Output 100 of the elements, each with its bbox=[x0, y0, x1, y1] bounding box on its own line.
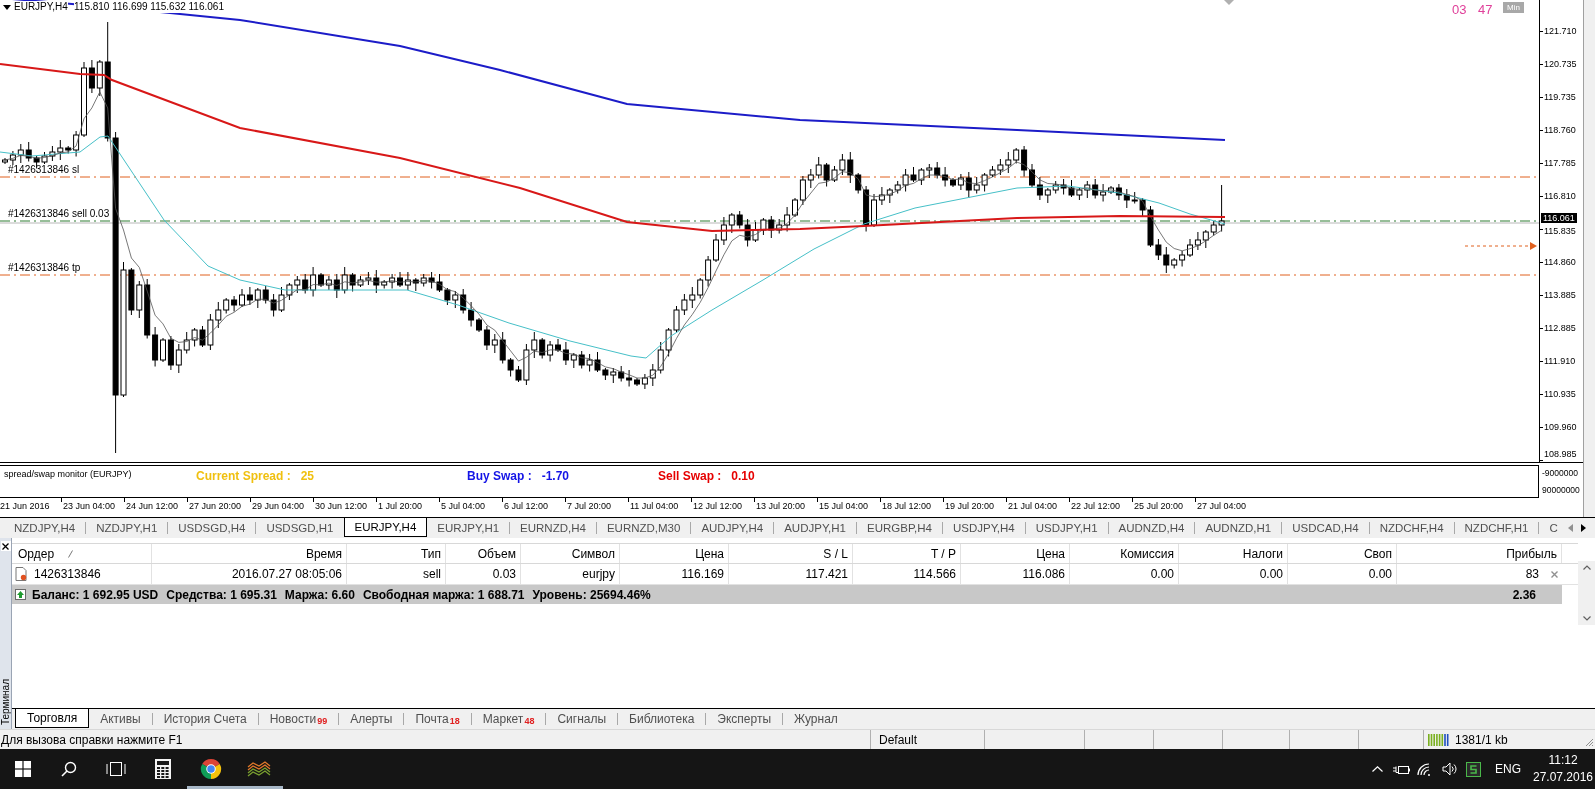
chart-tab[interactable]: EURNZD,H4 bbox=[510, 518, 596, 537]
chart-tab[interactable]: NZDJPY,H1 bbox=[86, 518, 168, 537]
chart-tab[interactable]: AUDJPY,H4 bbox=[691, 518, 774, 537]
close-icon bbox=[2, 542, 9, 550]
terminal-tab[interactable]: Сигналы bbox=[546, 709, 618, 728]
chart-tab[interactable]: NZDCHF,H1 bbox=[1454, 518, 1539, 537]
unread-count: 48 bbox=[524, 716, 535, 726]
battery-icon bbox=[1392, 763, 1410, 775]
sort-icon bbox=[68, 549, 74, 558]
order-number: 1426313846 bbox=[34, 566, 101, 583]
column-header[interactable]: Комиссия bbox=[1070, 544, 1179, 563]
account-summary-item: Средства: 1 695.31 bbox=[166, 586, 277, 604]
language-indicator[interactable]: ENG bbox=[1485, 749, 1531, 789]
scroll-left-icon[interactable] bbox=[1567, 524, 1573, 532]
terminal-tab[interactable]: Новости99 bbox=[258, 709, 339, 728]
price-axis-label: 116.810 bbox=[1544, 191, 1576, 202]
chart-tab[interactable]: USDJPY,H1 bbox=[1025, 518, 1108, 537]
chevron-up-icon bbox=[1371, 766, 1383, 772]
chart-tab[interactable]: USDSGD,H1 bbox=[256, 518, 344, 537]
column-header[interactable]: Своп bbox=[1288, 544, 1397, 563]
order-line-label: #1426313846 sell 0.03 bbox=[8, 208, 110, 220]
price-axis-label: 111.910 bbox=[1544, 356, 1576, 367]
time-axis-label: 19 Jul 20:00 bbox=[945, 500, 996, 513]
time-axis-label: 6 Jul 12:00 bbox=[504, 500, 550, 513]
clock-date[interactable]: 27.07.2016 bbox=[1532, 769, 1594, 786]
scroll-right-icon[interactable] bbox=[1580, 524, 1586, 532]
column-header[interactable]: Ордер bbox=[12, 544, 152, 563]
account-summary-item: Уровень: 25694.46% bbox=[532, 586, 651, 604]
terminal-tab[interactable]: Алерты bbox=[339, 709, 404, 728]
time-axis-label: 24 Jun 12:00 bbox=[126, 500, 180, 513]
time-axis-label: 7 Jul 20:00 bbox=[567, 500, 613, 513]
chart-tab[interactable]: USDCAD,H4 bbox=[1282, 518, 1369, 537]
time-axis-label: 18 Jul 12:00 bbox=[882, 500, 933, 513]
indicator-axis-label: -9000000 bbox=[1542, 468, 1579, 479]
terminal-tab[interactable]: Торговля bbox=[15, 709, 90, 728]
chart-tab[interactable]: EURGBP,H4 bbox=[857, 518, 942, 537]
scroll-up-icon[interactable] bbox=[1582, 565, 1591, 570]
chart-tab[interactable]: AUDNZD,H4 bbox=[1108, 518, 1195, 537]
column-header[interactable]: S / L bbox=[729, 544, 853, 563]
chart-tab[interactable]: EURJPY,H1 bbox=[427, 518, 510, 537]
column-header[interactable]: Тип bbox=[347, 544, 446, 563]
column-header[interactable]: Время bbox=[152, 544, 347, 563]
chart-tab[interactable]: NZDCHF,H4 bbox=[1369, 518, 1454, 537]
column-header[interactable]: T / P bbox=[853, 544, 961, 563]
chart-price-values: 115.810 116.699 115.632 116.061 bbox=[74, 1, 224, 13]
time-axis-label: 27 Jun 20:00 bbox=[189, 500, 243, 513]
scroll-down-icon[interactable] bbox=[1582, 616, 1591, 621]
column-header[interactable]: Налоги bbox=[1179, 544, 1288, 563]
clock-time[interactable]: 11:12 bbox=[1548, 752, 1578, 769]
account-summary-item: Баланс: 1 692.95 USD bbox=[32, 586, 159, 604]
chart-tab[interactable]: EURJPY,H4 bbox=[343, 518, 428, 537]
price-axis-label: 118.760 bbox=[1544, 125, 1576, 136]
chart-tab[interactable]: USDJPY,H4 bbox=[942, 518, 1025, 537]
terminal-tab[interactable]: Эксперты bbox=[706, 709, 783, 728]
task-view-icon bbox=[105, 762, 126, 776]
dropdown-triangle-icon bbox=[3, 5, 11, 10]
column-header[interactable]: Прибыль bbox=[1397, 544, 1562, 563]
column-header[interactable]: Цена bbox=[620, 544, 729, 563]
terminal-tab[interactable]: Маркет48 bbox=[471, 709, 546, 728]
close-icon[interactable] bbox=[1551, 570, 1558, 578]
terminal-tab[interactable]: Журнал bbox=[783, 709, 849, 728]
column-header[interactable]: Цена bbox=[961, 544, 1070, 563]
price-axis-label: 115.835 bbox=[1544, 226, 1576, 237]
table-cell: 0.00 bbox=[1070, 564, 1179, 584]
close-button[interactable] bbox=[0, 541, 11, 551]
column-header[interactable]: Объем bbox=[446, 544, 521, 563]
profit-value: 83 bbox=[1525, 566, 1539, 583]
indicator-label: Current Spread : bbox=[196, 469, 291, 483]
chart-shift-marker-icon bbox=[1224, 0, 1234, 5]
document-icon bbox=[15, 567, 27, 581]
chart-tab[interactable]: NZDJPY,H4 bbox=[4, 518, 86, 537]
chart-tab[interactable]: AUDNZD,H1 bbox=[1195, 518, 1282, 537]
table-cell: 117.421 bbox=[729, 564, 853, 584]
account-summary-item: Свободная маржа: 1 688.71 bbox=[362, 586, 525, 604]
time-axis-label: 13 Jul 20:00 bbox=[756, 500, 807, 513]
time-axis-label: 12 Jul 12:00 bbox=[693, 500, 744, 513]
chart-tab[interactable]: EURNZD,M30 bbox=[596, 518, 691, 537]
price-axis-label: 120.735 bbox=[1544, 59, 1577, 70]
time-axis-label: 23 Jun 04:00 bbox=[63, 500, 117, 513]
chart-tab[interactable]: C bbox=[1539, 518, 1568, 537]
terminal-tab[interactable]: Активы bbox=[89, 709, 152, 728]
status-help-text: Для вызова справки нажмите F1 bbox=[0, 731, 184, 749]
chart-symbol-title: EURJPY,H4 bbox=[14, 1, 68, 13]
table-cell: 116.169 bbox=[620, 564, 729, 584]
chart-tab[interactable]: USDSGD,H4 bbox=[168, 518, 256, 537]
column-header[interactable]: Символ bbox=[521, 544, 620, 563]
table-cell: eurjpy bbox=[521, 564, 620, 584]
table-cell: 0.03 bbox=[446, 564, 521, 584]
chart-tab[interactable]: AUDJPY,H1 bbox=[774, 518, 856, 537]
time-axis-label: 22 Jul 12:00 bbox=[1071, 500, 1122, 513]
terminal-tab[interactable]: История Счета bbox=[152, 709, 258, 728]
terminal-tab[interactable]: Почта18 bbox=[404, 709, 471, 728]
indicator-label: Sell Swap : bbox=[658, 469, 722, 483]
countdown-unit-label: Min bbox=[1503, 2, 1524, 13]
price-axis-label: 114.860 bbox=[1544, 257, 1576, 268]
price-axis-label: 113.885 bbox=[1544, 290, 1576, 301]
time-axis-label: 11 Jul 04:00 bbox=[630, 500, 680, 513]
terminal-tab[interactable]: Библиотека bbox=[618, 709, 706, 728]
resize-grip-icon bbox=[1585, 738, 1594, 747]
unread-count: 99 bbox=[317, 716, 328, 726]
